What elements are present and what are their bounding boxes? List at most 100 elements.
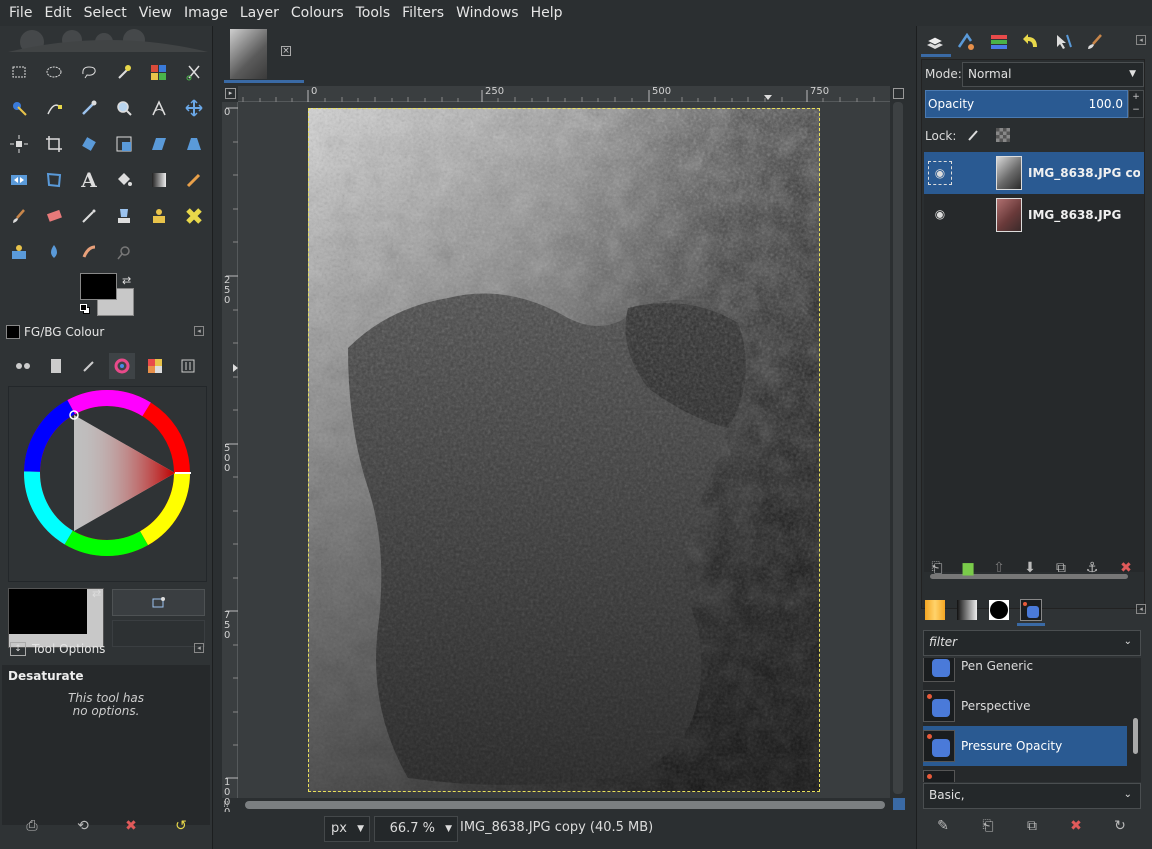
image-tab[interactable] — [228, 28, 272, 80]
bucket-fill-tool-icon[interactable] — [111, 167, 137, 193]
restore-options-icon[interactable]: ⟲ — [73, 816, 93, 836]
airbrush-tool-icon[interactable] — [76, 203, 102, 229]
cage-transform-tool-icon[interactable] — [41, 167, 67, 193]
list-item[interactable]: Pen Generic — [923, 658, 1129, 686]
layer-row-selected[interactable]: ◉ IMG_8638.JPG copy — [924, 152, 1144, 194]
menu-filters[interactable]: Filters — [396, 1, 450, 25]
tool-options-menu-icon[interactable]: ◂ — [194, 643, 204, 653]
delete-layer-icon[interactable]: ✖ — [1116, 558, 1136, 578]
zoom-follow-icon[interactable] — [893, 88, 904, 99]
gradient-tab-icon[interactable] — [921, 596, 949, 624]
duplicate-preset-icon[interactable]: ⧉ — [1022, 816, 1042, 836]
reset-options-icon[interactable]: ↺ — [171, 816, 191, 836]
edit-preset-icon[interactable]: ✎ — [933, 816, 953, 836]
new-layer-icon[interactable]: ⎗ — [927, 558, 947, 578]
select-by-color-tool-icon[interactable] — [146, 59, 172, 85]
mode-select[interactable]: Normal ▼ — [962, 62, 1144, 87]
quick-mask-toggle-icon[interactable]: ▸ — [225, 88, 236, 99]
perspective-clone-tool-icon[interactable] — [6, 239, 32, 265]
delete-preset-icon[interactable]: ✖ — [1066, 816, 1086, 836]
navigate-icon[interactable] — [893, 798, 905, 810]
list-item-selected[interactable]: Pressure Opacity — [923, 726, 1127, 766]
rotate-tool-icon[interactable] — [76, 131, 102, 157]
tab-scale-sliders-icon[interactable] — [175, 353, 201, 379]
shear-tool-icon[interactable] — [146, 131, 172, 157]
menu-tools[interactable]: Tools — [350, 1, 397, 25]
gradient-tool-icon[interactable] — [146, 167, 172, 193]
wheel-swap-icon[interactable]: ⇄ — [92, 587, 101, 600]
channels-tab-icon[interactable] — [953, 28, 981, 56]
menu-select[interactable]: Select — [78, 1, 133, 25]
dodge-burn-tool-icon[interactable] — [111, 239, 137, 265]
eraser-tool-icon[interactable] — [41, 203, 67, 229]
lock-pixels-icon[interactable] — [966, 128, 980, 145]
preset-tag-select[interactable]: Basic, ⌄ — [923, 783, 1141, 809]
fuzzy-select-tool-icon[interactable] — [111, 59, 137, 85]
swap-colors-icon[interactable]: ⇄ — [122, 274, 131, 287]
layers-panel-menu-icon[interactable]: ◂ — [1136, 35, 1146, 45]
brush-list-scrollbar[interactable] — [1133, 718, 1138, 754]
blur-tool-icon[interactable] — [41, 239, 67, 265]
new-layer-group-icon[interactable]: ▆ — [958, 558, 978, 578]
zoom-select[interactable]: 66.7 % ▼ — [374, 816, 458, 842]
horizontal-scrollbar[interactable] — [245, 801, 885, 809]
save-options-icon[interactable]: ⎙ — [22, 816, 42, 836]
image-canvas[interactable] — [308, 108, 820, 792]
canvas-viewport[interactable] — [238, 102, 890, 798]
layer-visibility-eye-icon[interactable]: ◉ — [928, 161, 952, 185]
brush-tab-icon[interactable] — [1081, 28, 1109, 56]
brushes-panel-menu-icon[interactable]: ◂ — [1136, 604, 1146, 614]
free-select-tool-icon[interactable] — [76, 59, 102, 85]
menu-image[interactable]: Image — [178, 1, 234, 25]
default-colors-icon[interactable] — [80, 304, 90, 314]
clone-tool-icon[interactable] — [146, 203, 172, 229]
vertical-scrollbar[interactable] — [893, 102, 903, 794]
color-picker-tool-icon[interactable] — [76, 95, 102, 121]
layer-name[interactable]: IMG_8638.JPG — [1028, 208, 1121, 222]
zoom-tool-icon[interactable] — [111, 95, 137, 121]
pointer-tab-icon[interactable] — [1049, 28, 1077, 56]
foreground-color-swatch[interactable] — [80, 273, 117, 300]
flip-tool-icon[interactable] — [6, 167, 32, 193]
align-tool-icon[interactable] — [6, 131, 32, 157]
gradients-tab-icon[interactable] — [953, 596, 981, 624]
duplicate-layer-icon[interactable]: ⧉ — [1051, 558, 1071, 578]
heal-tool-icon[interactable] — [181, 203, 207, 229]
menu-edit[interactable]: Edit — [38, 1, 77, 25]
image-tab-close-icon[interactable]: × — [281, 46, 291, 56]
lock-alpha-icon[interactable] — [996, 128, 1010, 142]
measure-tool-icon[interactable] — [146, 95, 172, 121]
paths-tab-icon[interactable] — [985, 28, 1013, 56]
raise-layer-icon[interactable]: ⇧ — [989, 558, 1009, 578]
brush-filter-input[interactable]: filter ⌄ — [923, 630, 1141, 656]
tab-palette-icon[interactable] — [142, 353, 168, 379]
move-tool-icon[interactable] — [181, 95, 207, 121]
scissors-select-tool-icon[interactable] — [181, 59, 207, 85]
scale-tool-icon[interactable] — [111, 131, 137, 157]
ellipse-select-tool-icon[interactable] — [41, 59, 67, 85]
layers-tab-icon[interactable] — [921, 28, 949, 56]
text-tool-icon[interactable]: A — [76, 167, 102, 193]
color-history-button[interactable] — [112, 589, 205, 616]
layer-row[interactable]: ◉ IMG_8638.JPG — [924, 194, 1144, 236]
layer-visibility-eye-icon[interactable]: ◉ — [928, 203, 952, 227]
menu-view[interactable]: View — [133, 1, 178, 25]
opacity-slider[interactable]: Opacity 100.0 — [925, 90, 1128, 118]
foreground-select-tool-icon[interactable] — [6, 95, 32, 121]
new-preset-icon[interactable]: ⎗ — [978, 816, 998, 836]
menu-layer[interactable]: Layer — [234, 1, 285, 25]
smudge-tool-icon[interactable] — [76, 239, 102, 265]
opacity-stepper[interactable]: + − — [1128, 90, 1144, 118]
delete-options-icon[interactable]: ✖ — [121, 816, 141, 836]
ink-tool-icon[interactable] — [111, 203, 137, 229]
panel-menu-icon[interactable]: ◂ — [194, 326, 204, 336]
crop-tool-icon[interactable] — [41, 131, 67, 157]
refresh-presets-icon[interactable]: ↻ — [1110, 816, 1130, 836]
unit-select[interactable]: px ▼ — [324, 816, 370, 842]
anchor-layer-icon[interactable]: ⚓ — [1082, 558, 1102, 578]
menu-file[interactable]: File — [3, 1, 38, 25]
rect-select-tool-icon[interactable] — [6, 59, 32, 85]
color-wheel[interactable] — [9, 387, 208, 583]
paintbrush-tool-icon[interactable] — [6, 203, 32, 229]
tab-scales-icon[interactable] — [10, 353, 36, 379]
